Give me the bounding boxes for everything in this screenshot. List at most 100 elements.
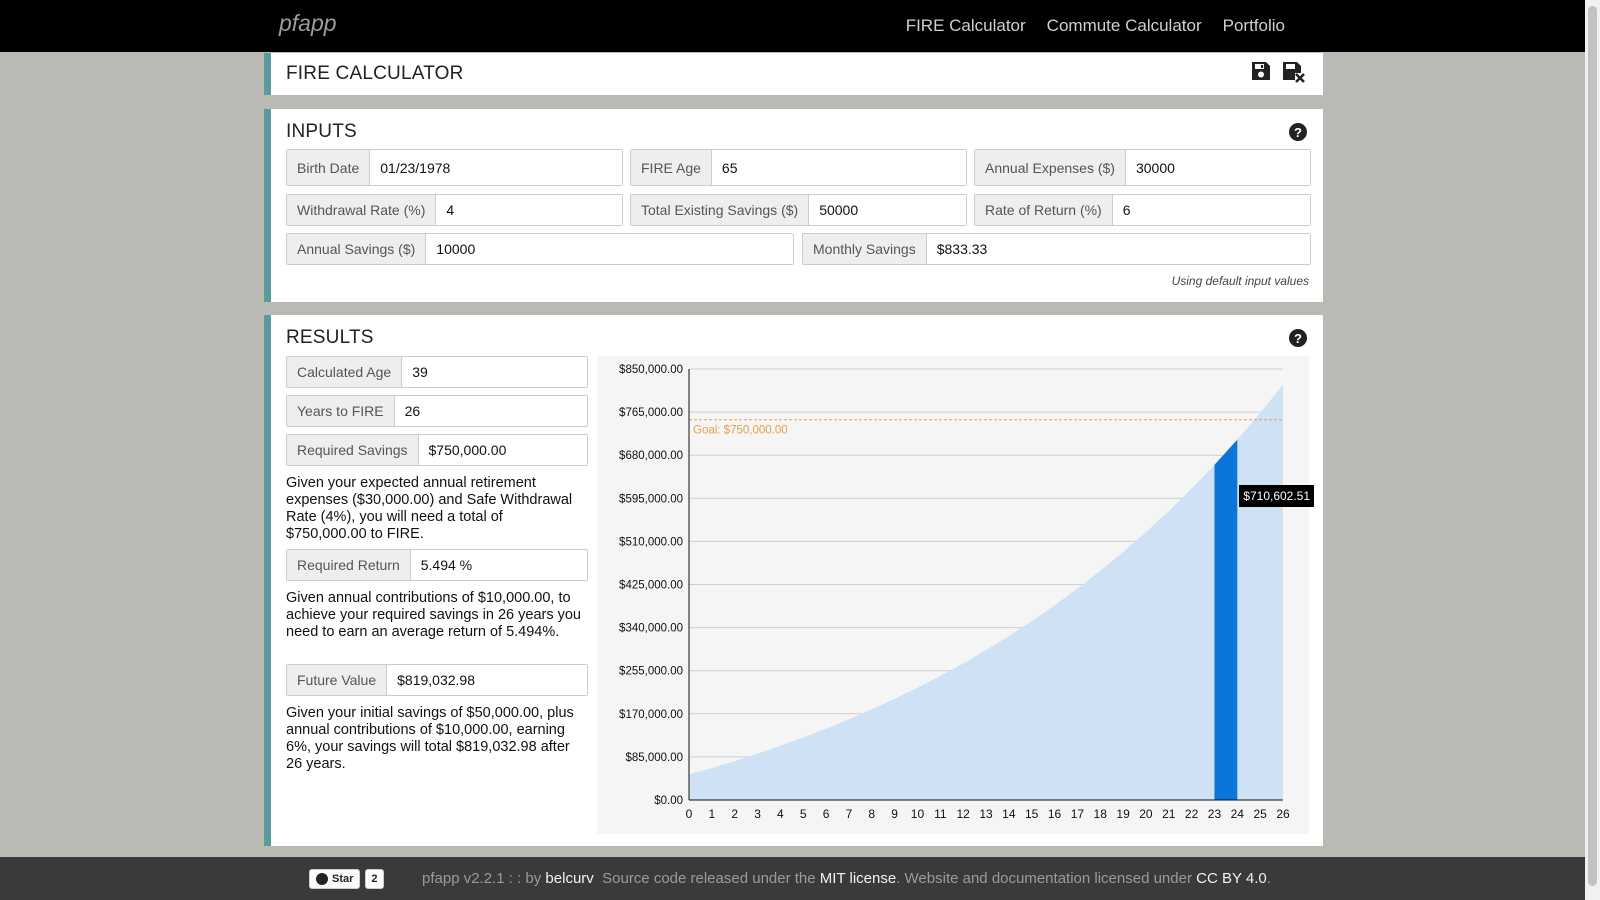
total-savings-group: Total Existing Savings ($) bbox=[630, 194, 967, 226]
monthly-savings-label: Monthly Savings bbox=[803, 234, 927, 264]
x-tick-label: 21 bbox=[1162, 807, 1176, 821]
y-tick-label: $765,000.00 bbox=[619, 407, 683, 419]
annual-savings-group: Annual Savings ($) bbox=[286, 233, 794, 265]
future-value-text: Given your initial savings of $50,000.00… bbox=[286, 705, 574, 772]
inputs-help-icon[interactable]: ? bbox=[1289, 123, 1307, 141]
x-tick-label: 2 bbox=[731, 807, 738, 821]
birth-date-group: Birth Date bbox=[286, 149, 623, 186]
x-tick-label: 15 bbox=[1025, 807, 1039, 821]
x-tick-label: 8 bbox=[868, 807, 875, 821]
x-tick-label: 19 bbox=[1116, 807, 1130, 821]
github-star-label: Star bbox=[332, 872, 354, 885]
x-tick-label: 16 bbox=[1048, 807, 1062, 821]
x-tick-label: 11 bbox=[934, 807, 947, 821]
github-star[interactable]: Star bbox=[309, 868, 361, 889]
github-star-button[interactable]: Star 2 bbox=[309, 868, 384, 889]
x-tick-label: 25 bbox=[1253, 807, 1267, 821]
savings-chart-svg: $0.00 $85,000.00 $170,000.00 $255,000.00 $34… bbox=[619, 364, 1290, 821]
nav-links: FIRE Calculator Commute Calculator Portf… bbox=[906, 16, 1285, 36]
x-tick-label: 3 bbox=[754, 807, 761, 821]
birth-date-input[interactable] bbox=[370, 150, 622, 185]
x-tick-label: 23 bbox=[1208, 807, 1222, 821]
y-tick-label: $85,000.00 bbox=[625, 752, 683, 764]
fire-age-label: FIRE Age bbox=[631, 150, 712, 185]
x-tick-label: 18 bbox=[1094, 807, 1108, 821]
goal-label: Goal: $750,000.00 bbox=[693, 425, 788, 437]
x-tick-label: 0 bbox=[686, 807, 693, 821]
y-tick-label: $170,000.00 bbox=[619, 709, 683, 721]
x-tick-label: 17 bbox=[1071, 807, 1085, 821]
y-tick-label: $340,000.00 bbox=[619, 623, 683, 635]
x-tick-label: 10 bbox=[911, 807, 925, 821]
x-tick-label: 12 bbox=[956, 807, 970, 821]
navbar: pfapp FIRE Calculator Commute Calculator… bbox=[0, 0, 1585, 52]
scrollbar-thumb[interactable] bbox=[1588, 6, 1597, 886]
results-title: RESULTS bbox=[286, 327, 374, 348]
save-icon[interactable] bbox=[1251, 61, 1271, 81]
brand-logo[interactable]: pfapp bbox=[279, 10, 337, 37]
annual-expenses-group: Annual Expenses ($) bbox=[974, 149, 1311, 186]
default-values-note: Using default input values bbox=[1171, 274, 1309, 288]
y-tick-label: $680,000.00 bbox=[619, 450, 683, 462]
fire-age-input[interactable] bbox=[711, 150, 966, 185]
required-savings-label: Required Savings bbox=[287, 435, 419, 465]
x-tick-label: 22 bbox=[1185, 807, 1199, 821]
fire-age-group: FIRE Age bbox=[630, 149, 967, 186]
scrollbar[interactable] bbox=[1585, 0, 1600, 900]
x-tick-label: 9 bbox=[891, 807, 898, 821]
required-return-text: Given annual contributions of $10,000.00… bbox=[286, 590, 581, 640]
chart-tooltip: $710,602.51 bbox=[1239, 484, 1315, 507]
required-savings-text: Given your expected annual retirement ex… bbox=[286, 475, 573, 542]
monthly-savings-value: $833.33 bbox=[926, 234, 1310, 264]
future-value-group: Future Value $819,032.98 bbox=[286, 664, 588, 696]
required-return-value: 5.494 % bbox=[410, 550, 587, 580]
withdrawal-rate-input[interactable] bbox=[436, 195, 622, 225]
clear-saved-icon[interactable] bbox=[1282, 61, 1306, 83]
y-tick-label: $595,000.00 bbox=[619, 493, 683, 505]
x-tick-label: 20 bbox=[1139, 807, 1153, 821]
withdrawal-rate-label: Withdrawal Rate (%) bbox=[287, 195, 437, 225]
required-return-group: Required Return 5.494 % bbox=[286, 549, 588, 581]
x-tick-label: 24 bbox=[1231, 807, 1245, 821]
years-to-fire-group: Years to FIRE 26 bbox=[286, 395, 588, 427]
monthly-savings-group: Monthly Savings $833.33 bbox=[802, 233, 1311, 265]
footer-author-link[interactable]: belcurv bbox=[545, 870, 593, 887]
nav-portfolio[interactable]: Portfolio bbox=[1223, 16, 1285, 36]
required-savings-group: Required Savings $750,000.00 bbox=[286, 434, 588, 466]
results-panel: RESULTS ? Calculated Age 3 9 Years to FIR… bbox=[264, 315, 1323, 846]
results-help-icon[interactable]: ? bbox=[1289, 329, 1307, 347]
annual-expenses-label: Annual Expenses ($) bbox=[975, 150, 1126, 185]
rate-of-return-input[interactable] bbox=[1112, 195, 1310, 225]
calculated-age-label: Calculated Age bbox=[287, 357, 403, 387]
footer: Star 2 pfapp v2.2.1 : : by belcurv Sourc… bbox=[0, 857, 1585, 900]
total-savings-label: Total Existing Savings ($) bbox=[631, 195, 810, 225]
highlight-band bbox=[1214, 439, 1238, 800]
x-tick-label: 26 bbox=[1276, 807, 1290, 821]
annual-savings-input[interactable] bbox=[426, 234, 793, 264]
footer-end: . bbox=[1266, 870, 1271, 887]
required-return-label: Required Return bbox=[287, 550, 411, 580]
nav-commute-calculator[interactable]: Commute Calculator bbox=[1047, 16, 1202, 36]
x-tick-label: 7 bbox=[846, 807, 853, 821]
rate-of-return-label: Rate of Return (%) bbox=[975, 195, 1113, 225]
total-savings-input[interactable] bbox=[809, 195, 966, 225]
github-star-count[interactable]: 2 bbox=[365, 868, 384, 889]
y-tick-label: $255,000.00 bbox=[619, 666, 683, 678]
future-value-label: Future Value bbox=[287, 665, 388, 695]
github-icon bbox=[316, 872, 328, 885]
footer-cc-link[interactable]: CC BY 4.0 bbox=[1196, 870, 1267, 887]
y-tick-label: $850,000.00 bbox=[619, 364, 683, 376]
nav-fire-calculator[interactable]: FIRE Calculator bbox=[906, 16, 1026, 36]
footer-docs-text: . Website and documentation licensed und… bbox=[896, 870, 1192, 887]
birth-date-label: Birth Date bbox=[287, 150, 371, 185]
footer-mit-link[interactable]: MIT license bbox=[820, 870, 896, 887]
savings-chart: $0.00 $85,000.00 $170,000.00 $255,000.00 $34… bbox=[597, 356, 1315, 834]
rate-of-return-group: Rate of Return (%) bbox=[974, 194, 1311, 226]
header-panel: FIRE CALCULATOR bbox=[264, 53, 1323, 95]
footer-text: pfapp v2.2.1 : : by belcurv Source code … bbox=[422, 870, 1271, 887]
x-tick-label: 13 bbox=[979, 807, 993, 821]
annual-expenses-input[interactable] bbox=[1125, 150, 1310, 185]
y-tick-label: $0.00 bbox=[654, 795, 683, 807]
years-to-fire-value: 26 bbox=[394, 396, 587, 426]
x-tick-label: 4 bbox=[777, 807, 784, 821]
